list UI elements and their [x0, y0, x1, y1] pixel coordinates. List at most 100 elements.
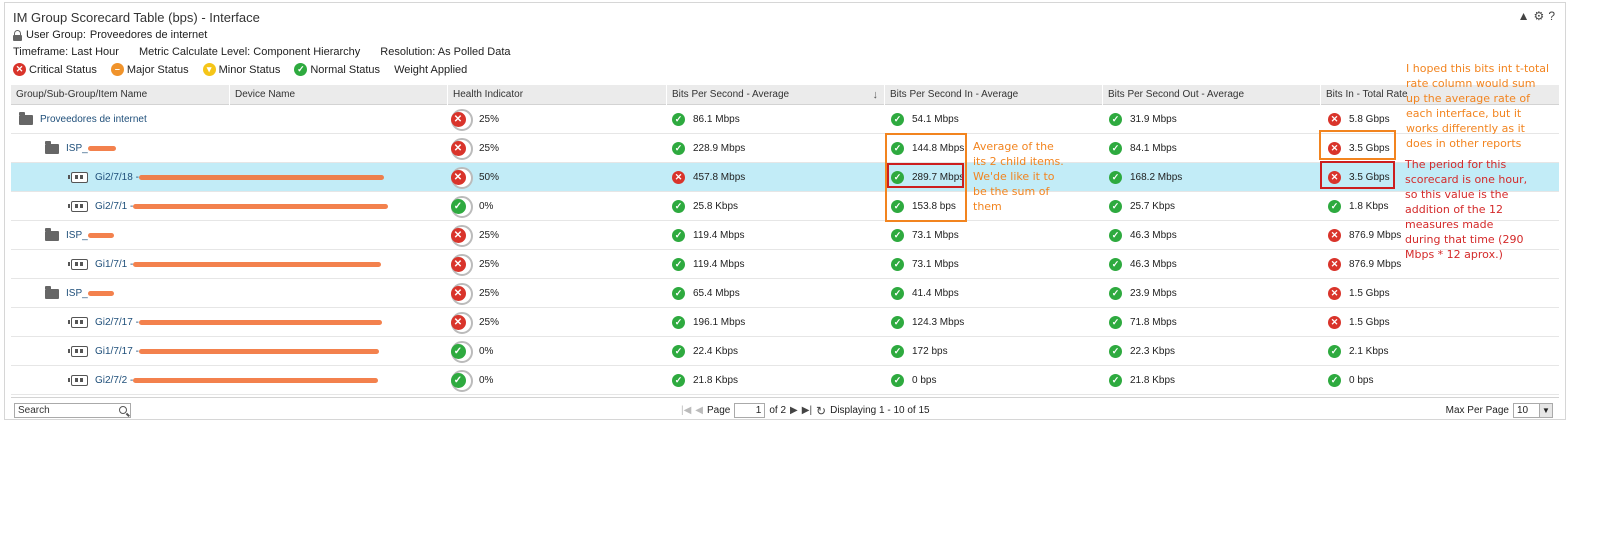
critical-status-icon: ✕	[450, 257, 466, 272]
health-ring: ✕	[450, 224, 473, 247]
first-page-icon[interactable]: |◀	[681, 405, 691, 416]
interface-icon	[68, 375, 88, 386]
bps-value: 457.8 Mbps	[693, 172, 746, 183]
col-name-header[interactable]: Group/Sub-Group/Item Name	[11, 85, 229, 105]
refresh-icon[interactable]: ↻	[816, 404, 826, 418]
table-row[interactable]: Gi2/7/1 - ✓ 0% ✓ 25.8 Kbps ✓ 153.8 bps ✓ 25.…	[11, 192, 1559, 221]
row-name[interactable]: ISP_	[66, 288, 88, 299]
gear-icon[interactable]: ⚙	[1534, 9, 1545, 23]
col-bps-avg-label: Bits Per Second - Average	[672, 89, 790, 100]
col-bps-out-header[interactable]: Bits Per Second Out - Average	[1102, 85, 1320, 105]
row-name[interactable]: Gi2/7/2 -	[95, 375, 133, 386]
page-number-input[interactable]: 1	[734, 403, 766, 418]
health-ring: ✕	[450, 166, 473, 189]
table-row[interactable]: ISP_ ✕ 25% ✓ 119.4 Mbps ✓ 73.1 Mbps ✓ 46.3 M…	[11, 221, 1559, 250]
highlight-box-total-group	[1319, 130, 1396, 160]
collapse-icon[interactable]: ▲	[1518, 9, 1530, 23]
search-input[interactable]: Search	[14, 403, 131, 418]
metric-level-text: Metric Calculate Level: Component Hierar…	[138, 46, 361, 58]
row-name[interactable]: ISP_	[66, 143, 88, 154]
row-name[interactable]: Proveedores de internet	[40, 114, 147, 125]
normal-status-icon: ✓	[672, 229, 685, 242]
last-page-icon[interactable]: ▶|	[802, 405, 812, 416]
normal-status-icon: ✓	[450, 373, 466, 388]
critical-status-icon: ✕	[450, 112, 466, 127]
table-row[interactable]: Gi2/7/17 - ✕ 25% ✓ 196.1 Mbps ✓ 124.3 Mbps …	[11, 308, 1559, 337]
name-cell: Proveedores de internet	[19, 105, 147, 134]
bps-out-value: 21.8 Kbps	[1130, 375, 1176, 386]
redaction-mark	[133, 262, 382, 267]
bps-in-value: 0 bps	[912, 375, 937, 386]
interface-icon	[68, 317, 88, 328]
page-count-label: of 2	[769, 405, 787, 416]
critical-status-icon: ✕	[450, 286, 466, 301]
displaying-text: Displaying 1 - 10 of 15	[830, 405, 930, 416]
report-meta: Timeframe: Last Hour Metric Calculate Le…	[13, 46, 511, 58]
normal-status-icon: ✓	[1328, 374, 1341, 387]
normal-status-icon: ✓	[1109, 258, 1122, 271]
normal-status-icon: ✓	[891, 258, 904, 271]
normal-status-icon: ✓	[891, 316, 904, 329]
bps-out-value: 22.3 Kbps	[1130, 346, 1176, 357]
table-row[interactable]: Gi1/7/1 - ✕ 25% ✓ 119.4 Mbps ✓ 73.1 Mbps ✓ 4…	[11, 250, 1559, 279]
table-row[interactable]: ISP_ ✕ 25% ✓ 65.4 Mbps ✓ 41.4 Mbps ✓ 23.9 Mb…	[11, 279, 1559, 308]
row-name[interactable]: ISP_	[66, 230, 88, 241]
bps-in-value: 41.4 Mbps	[912, 288, 959, 299]
row-name[interactable]: Gi1/7/1 -	[95, 259, 133, 270]
critical-status-icon: ✕	[672, 171, 685, 184]
legend-minor-label: Minor Status	[218, 63, 281, 76]
sort-desc-icon[interactable]: ↓	[873, 85, 879, 105]
redaction-mark	[138, 349, 379, 354]
bps-value: 22.4 Kbps	[693, 346, 739, 357]
row-name[interactable]: Gi1/7/17 -	[95, 346, 139, 357]
normal-status-icon: ✓	[1109, 171, 1122, 184]
search-icon[interactable]	[119, 406, 127, 414]
normal-status-icon: ✓	[672, 142, 685, 155]
col-device-header[interactable]: Device Name	[229, 85, 447, 105]
normal-status-icon: ✓	[1328, 200, 1341, 213]
critical-status-icon: ✕	[1328, 287, 1341, 300]
health-value: 50%	[479, 172, 500, 183]
health-value: 25%	[479, 317, 500, 328]
row-name[interactable]: Gi2/7/18 -	[95, 172, 139, 183]
folder-icon	[45, 285, 59, 299]
table-footer: Search |◀ ◀ Page 1 of 2 ▶ ▶| ↻ Displayin…	[11, 397, 1559, 421]
total-value: 1.5 Gbps	[1349, 288, 1390, 299]
max-per-page-select[interactable]: 10 ▼	[1513, 403, 1553, 418]
next-page-icon[interactable]: ▶	[790, 405, 798, 416]
normal-status-icon: ✓	[1109, 374, 1122, 387]
panel-title: IM Group Scorecard Table (bps) - Interfa…	[13, 10, 260, 25]
chevron-down-icon[interactable]: ▼	[1539, 404, 1552, 417]
bps-value: 65.4 Mbps	[693, 288, 740, 299]
col-bps-in-header[interactable]: Bits Per Second In - Average	[884, 85, 1102, 105]
pagination: |◀ ◀ Page 1 of 2 ▶ ▶| ↻ Displaying 1 - 1…	[681, 403, 930, 418]
bps-in-value: 172 bps	[912, 346, 948, 357]
bps-value: 21.8 Kbps	[693, 375, 739, 386]
table-row[interactable]: Gi2/7/2 - ✓ 0% ✓ 21.8 Kbps ✓ 0 bps ✓ 21.8 Kb…	[11, 366, 1559, 395]
redaction-mark	[138, 175, 384, 180]
redaction-mark	[87, 146, 116, 151]
bps-out-value: 168.2 Mbps	[1130, 172, 1183, 183]
col-health-header[interactable]: Health Indicator	[447, 85, 666, 105]
health-ring: ✕	[450, 311, 473, 334]
normal-status-icon: ✓	[450, 199, 466, 214]
bps-in-value: 124.3 Mbps	[912, 317, 965, 328]
scorecard-panel: IM Group Scorecard Table (bps) - Interfa…	[4, 2, 1566, 420]
row-name[interactable]: Gi2/7/17 -	[95, 317, 139, 328]
normal-status-icon: ✓	[672, 345, 685, 358]
health-value: 25%	[479, 114, 500, 125]
user-group-value: Proveedores de internet	[89, 29, 208, 41]
normal-status-icon: ✓	[1109, 345, 1122, 358]
health-ring: ✓	[450, 369, 473, 392]
col-bps-avg-header[interactable]: Bits Per Second - Average ↓	[666, 85, 884, 105]
total-value: 876.9 Mbps	[1349, 259, 1402, 270]
prev-page-icon[interactable]: ◀	[695, 405, 703, 416]
redaction-mark	[138, 320, 382, 325]
bps-in-value: 54.1 Mbps	[912, 114, 959, 125]
total-value: 5.8 Gbps	[1349, 114, 1390, 125]
redaction-mark	[133, 378, 379, 383]
row-name[interactable]: Gi2/7/1 -	[95, 201, 133, 212]
help-icon[interactable]: ?	[1548, 9, 1555, 23]
table-row[interactable]: Gi1/7/17 - ✓ 0% ✓ 22.4 Kbps ✓ 172 bps ✓ 22.3…	[11, 337, 1559, 366]
health-ring: ✕	[450, 137, 473, 160]
